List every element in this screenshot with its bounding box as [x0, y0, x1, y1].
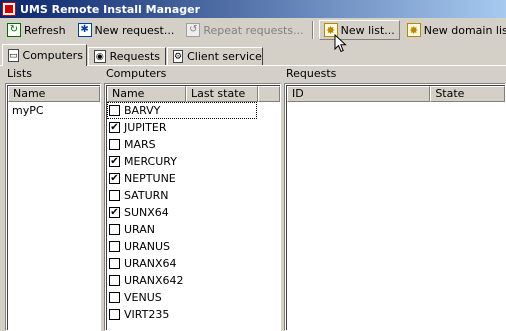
- computer-row[interactable]: VENUS: [107, 289, 280, 306]
- computer-checkbox[interactable]: [109, 292, 120, 303]
- tab-computers[interactable]: ▭ Computers: [2, 44, 87, 66]
- new-list-label: New list...: [340, 23, 395, 37]
- tab-client-service-label: Client service: [187, 50, 262, 63]
- computer-row[interactable]: VIRT235: [107, 306, 280, 323]
- toolbar: ↻ Refresh ✱ New request... ↺ Repeat requ…: [0, 18, 506, 42]
- computer-name: URANX642: [124, 274, 184, 287]
- toolbar-separator: [311, 21, 314, 39]
- lists-listbox[interactable]: Name myPC: [5, 83, 101, 331]
- computer-name: URANX64: [124, 257, 177, 270]
- computer-row[interactable]: URANUS: [107, 238, 280, 255]
- tab-computers-label: Computers: [22, 49, 83, 62]
- computer-name: SATURN: [124, 189, 169, 202]
- computer-checkbox[interactable]: [109, 275, 120, 286]
- new-request-icon: ✱: [77, 23, 92, 37]
- computer-checkbox[interactable]: ✔: [109, 173, 120, 184]
- computer-name: JUPITER: [124, 121, 167, 134]
- computer-row[interactable]: URANX642: [107, 272, 280, 289]
- computer-checkbox[interactable]: [109, 190, 120, 201]
- new-request-button[interactable]: ✱ New request...: [73, 20, 180, 40]
- computer-checkbox[interactable]: [109, 139, 120, 150]
- repeat-requests-label: Repeat requests...: [203, 23, 304, 37]
- refresh-button[interactable]: ↻ Refresh: [2, 20, 71, 40]
- computer-row[interactable]: ✔ SUNX64: [107, 204, 280, 221]
- requests-panel-label: Requests: [286, 67, 337, 80]
- computer-checkbox[interactable]: [109, 241, 120, 252]
- computer-row[interactable]: SATURN: [107, 187, 280, 204]
- repeat-requests-icon: ↺: [186, 23, 201, 37]
- new-domain-list-button[interactable]: ✸ New domain list...: [402, 20, 506, 40]
- lists-header: Name: [8, 86, 100, 102]
- column-header-id[interactable]: ID: [287, 86, 431, 102]
- computer-icon: ▭: [8, 49, 19, 62]
- list-item[interactable]: myPC: [8, 102, 100, 119]
- computer-name: MARS: [124, 138, 156, 151]
- computer-name: NEPTUNE: [124, 172, 176, 185]
- computer-checkbox[interactable]: [109, 258, 120, 269]
- computers-panel-label: Computers: [106, 67, 167, 80]
- column-header-name[interactable]: Name: [8, 86, 100, 102]
- computer-checkbox[interactable]: ✔: [109, 122, 120, 133]
- computer-row[interactable]: URANX64: [107, 255, 280, 272]
- computer-name: URAN: [124, 223, 156, 236]
- computer-row[interactable]: ✔ NEPTUNE: [107, 170, 280, 187]
- window-title: UMS Remote Install Manager: [20, 2, 201, 16]
- lists-panel-label: Lists: [7, 67, 32, 80]
- column-header-state[interactable]: State: [430, 86, 505, 102]
- computers-header: Name Last state: [107, 86, 280, 102]
- computers-rows: BARVY ✔ JUPITER MARS ✔ MERCURY ✔ NEPTUNE SATURN ✔…: [107, 102, 280, 323]
- computer-name: SUNX64: [124, 206, 169, 219]
- requests-header: ID State: [287, 86, 505, 102]
- requests-icon: ◉: [94, 50, 106, 63]
- computer-checkbox[interactable]: ✔: [109, 156, 120, 167]
- computer-checkbox[interactable]: [109, 224, 120, 235]
- column-header-filler: [258, 86, 280, 102]
- computer-row[interactable]: BARVY: [107, 102, 257, 119]
- new-domain-list-icon: ✸: [406, 23, 421, 37]
- computer-row[interactable]: URAN: [107, 221, 280, 238]
- computers-listbox[interactable]: Name Last state BARVY ✔ JUPITER MARS ✔ MERCUR…: [104, 83, 281, 331]
- computer-name: VENUS: [124, 291, 162, 304]
- gear-icon: ⚙: [173, 50, 184, 63]
- refresh-icon: ↻: [7, 23, 21, 37]
- tab-requests[interactable]: ◉ Requests: [88, 47, 166, 65]
- computer-row[interactable]: ✔ MERCURY: [107, 153, 280, 170]
- column-header-last-state[interactable]: Last state: [186, 86, 258, 102]
- new-request-label: New request...: [94, 23, 175, 37]
- app-icon: [2, 2, 16, 16]
- computer-name: BARVY: [124, 104, 161, 117]
- new-domain-list-label: New domain list...: [423, 23, 506, 37]
- new-list-button[interactable]: ✸ New list...: [318, 20, 400, 40]
- title-bar: UMS Remote Install Manager: [0, 0, 506, 18]
- computer-name: MERCURY: [124, 155, 177, 168]
- column-header-name[interactable]: Name: [107, 86, 186, 102]
- computer-row[interactable]: ✔ JUPITER: [107, 119, 280, 136]
- computer-row[interactable]: MARS: [107, 136, 280, 153]
- computer-name: VIRT235: [124, 308, 170, 321]
- tab-strip: ▭ Computers ◉ Requests ⚙ Client service: [0, 44, 506, 66]
- tab-client-service[interactable]: ⚙ Client service: [167, 47, 263, 65]
- repeat-requests-button[interactable]: ↺ Repeat requests...: [181, 20, 308, 40]
- computer-checkbox[interactable]: [109, 105, 120, 116]
- computer-checkbox[interactable]: ✔: [109, 207, 120, 218]
- tab-requests-label: Requests: [109, 50, 160, 63]
- computer-name: URANUS: [124, 240, 171, 253]
- refresh-label: Refresh: [24, 23, 66, 37]
- requests-listbox[interactable]: ID State: [284, 83, 506, 331]
- computer-checkbox[interactable]: [109, 309, 120, 320]
